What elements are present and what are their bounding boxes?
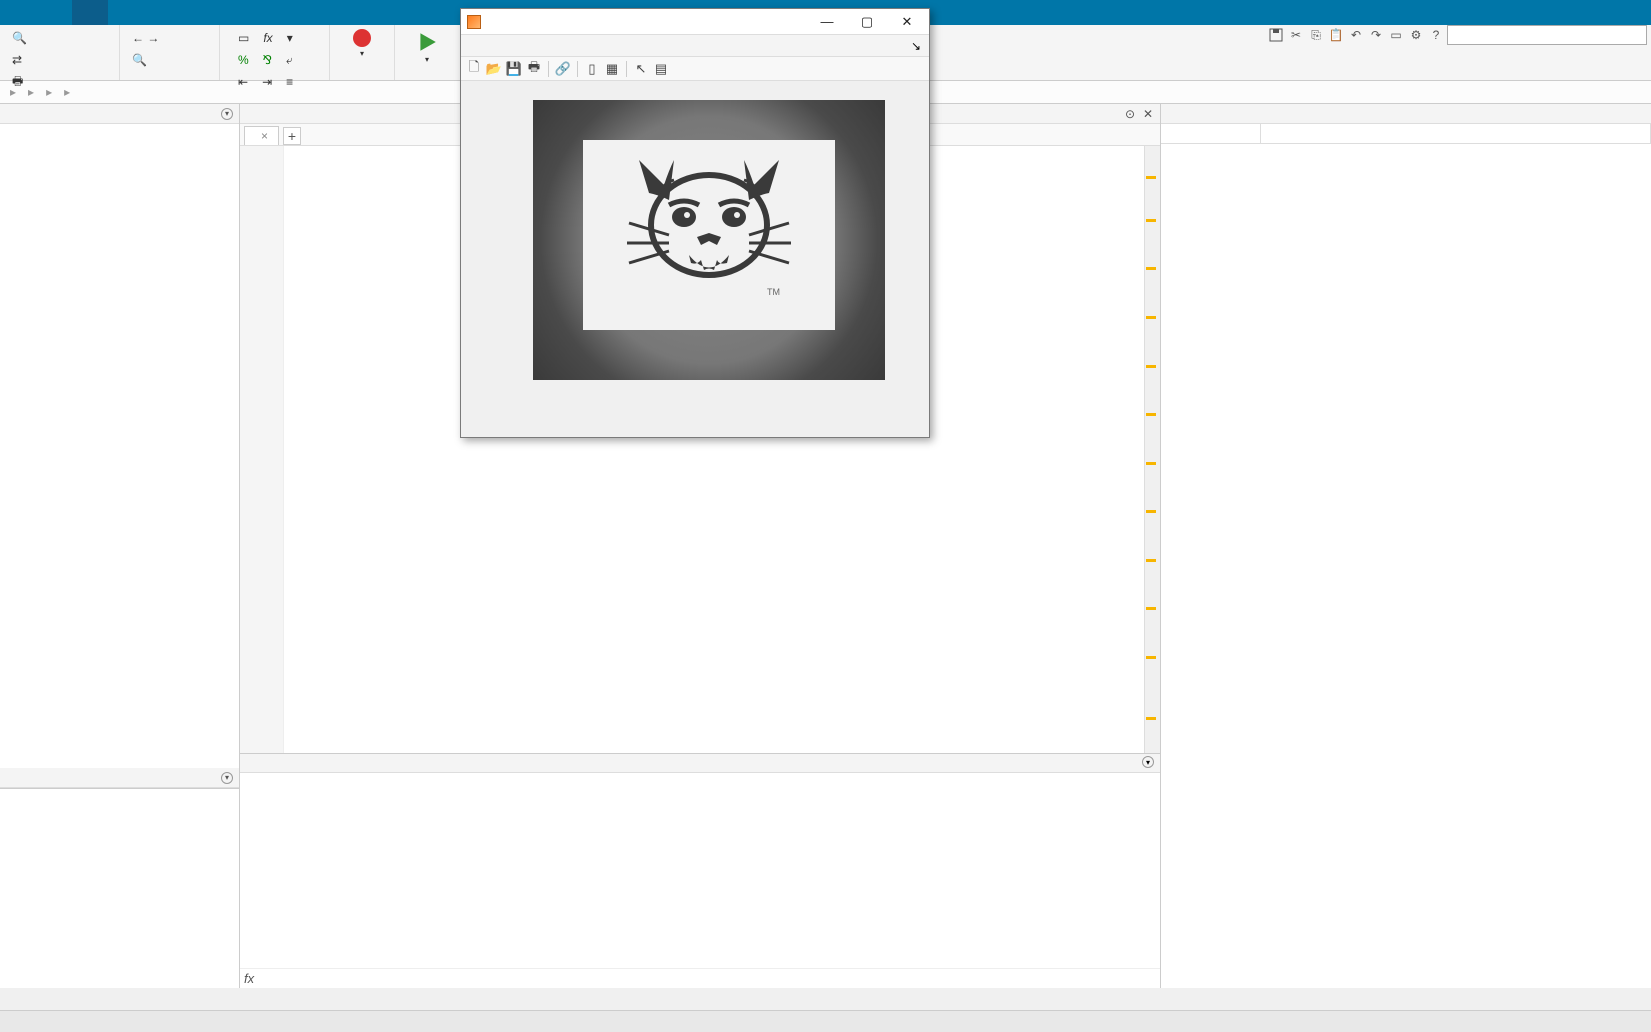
insert-more-icon[interactable]: ▾ [281, 27, 299, 49]
undo-icon[interactable]: ↶ [1347, 26, 1365, 44]
help-icon[interactable]: ? [1427, 26, 1445, 44]
run-icon [416, 31, 438, 53]
cmd-collapse-icon[interactable]: ▾ [1142, 756, 1154, 768]
uncomment-icon[interactable]: ⅋ [257, 49, 278, 71]
figure-menu-window[interactable] [561, 44, 577, 48]
indent-smart-icon[interactable]: ≡ [280, 71, 299, 93]
editor-gutter [240, 146, 284, 753]
svg-text:TM: TM [767, 287, 780, 297]
search-docs-input[interactable] [1447, 25, 1647, 45]
figure-arrow-icon[interactable]: ↖ [632, 60, 650, 78]
figure-close-button[interactable]: ✕ [887, 10, 927, 34]
breakpoint-icon [353, 29, 371, 47]
fx-icon[interactable]: fx [244, 971, 254, 986]
figure-brush-icon[interactable]: ▦ [603, 60, 621, 78]
breadcrumb-sep: ▸ [10, 85, 16, 99]
figure-menu-more-icon[interactable]: ↘ [911, 39, 921, 53]
status-bar [0, 1010, 1651, 1032]
tab-close-icon[interactable]: × [261, 129, 268, 143]
current-folder-title: ▾ [0, 104, 239, 124]
workspace-panel [1161, 104, 1651, 988]
indent-right-icon[interactable]: ⇥ [256, 71, 278, 93]
editor-overview-ruler[interactable] [1144, 146, 1160, 753]
run-button[interactable]: ▾ [401, 27, 453, 68]
file-list[interactable] [0, 124, 239, 768]
figure-new-icon[interactable]: 🗋 [465, 60, 483, 78]
command-window-title: ▾ [240, 753, 1160, 773]
editor-undock-icon[interactable]: ⊙ [1124, 107, 1136, 121]
figure-icon [467, 15, 481, 29]
tab-home[interactable] [0, 0, 36, 25]
editor-tab-sanket[interactable]: × [244, 126, 279, 145]
tab-view[interactable] [144, 0, 180, 25]
figure-save-icon[interactable]: 💾 [505, 60, 523, 78]
figure-menu-edit[interactable] [481, 44, 497, 48]
figure-datacursor-icon[interactable]: ▯ [583, 60, 601, 78]
toolbar-sep [548, 61, 549, 77]
quick-access-toolbar: ✂ ⎘ 📋 ↶ ↷ ▭ ⚙ ? [1267, 25, 1647, 45]
tab-editor[interactable] [72, 0, 108, 25]
figure-menu-insert[interactable] [513, 44, 529, 48]
preferences-icon[interactable]: ⚙ [1407, 26, 1425, 44]
editor-close-icon[interactable]: ✕ [1142, 107, 1154, 121]
redo-icon[interactable]: ↷ [1367, 26, 1385, 44]
figure-menu-view[interactable] [497, 44, 513, 48]
figure-titlebar[interactable]: — ▢ ✕ [461, 9, 929, 35]
figure-menubar: ↘ [461, 35, 929, 57]
editor-new-tab[interactable]: + [283, 127, 301, 145]
breadcrumb-sep: ▸ [64, 85, 70, 99]
breadcrumb-sep: ▸ [46, 85, 52, 99]
details-title: ▾ [0, 768, 239, 788]
reconstruction-object: TM [583, 140, 835, 330]
compare-button[interactable]: ⇄ [6, 49, 31, 71]
figure-link-icon[interactable]: 🔗 [554, 60, 572, 78]
figure-menu-file[interactable] [465, 44, 481, 48]
figure-menu-tools[interactable] [529, 44, 545, 48]
command-window[interactable] [240, 773, 1160, 968]
details-pane [0, 788, 239, 988]
workspace-header [1161, 124, 1651, 144]
command-prompt-row[interactable]: fx [240, 968, 1160, 988]
copy-icon[interactable]: ⎘ [1307, 26, 1325, 44]
comment-icon[interactable]: % [232, 49, 255, 71]
workspace-list[interactable] [1161, 144, 1651, 988]
paste-icon[interactable]: 📋 [1327, 26, 1345, 44]
panel-collapse-icon[interactable]: ▾ [221, 108, 233, 120]
file-item-tery[interactable] [2, 128, 237, 130]
tab-publish[interactable] [108, 0, 144, 25]
figure-toolbar: 🗋 📂 💾 🖶 🔗 ▯ ▦ ↖ ▤ [461, 57, 929, 81]
workspace-col-value[interactable] [1261, 124, 1651, 143]
details-collapse-icon[interactable]: ▾ [221, 772, 233, 784]
figure-open-icon[interactable]: 📂 [485, 60, 503, 78]
tab-app[interactable] [36, 0, 72, 25]
figure-window[interactable]: — ▢ ✕ ↘ 🗋 📂 💾 🖶 🔗 ▯ ▦ ↖ ▤ [460, 8, 930, 438]
find-button[interactable]: 🔍 [126, 49, 156, 71]
comment-wrap-icon[interactable]: ⤶ [280, 49, 299, 71]
axes: TM [495, 94, 895, 404]
axes-image: TM [533, 100, 885, 380]
current-folder-panel: ▾ ▾ [0, 104, 240, 988]
workspace-col-name[interactable] [1161, 124, 1261, 143]
breakpoints-button[interactable]: ▾ [336, 27, 388, 60]
layout-icon[interactable]: ▭ [1387, 26, 1405, 44]
workspace-title [1161, 104, 1651, 124]
figure-print-icon[interactable]: 🖶 [525, 60, 543, 78]
insert-fx-icon[interactable]: fx [257, 27, 278, 49]
insert-section-icon[interactable]: ▭ [232, 27, 255, 49]
figure-menu-desktop[interactable] [545, 44, 561, 48]
indent-left-icon[interactable]: ⇤ [232, 71, 254, 93]
figure-canvas: TM [471, 89, 919, 427]
find-files-button[interactable]: 🔍 [6, 27, 36, 49]
goto-button[interactable]: ← → [126, 27, 168, 49]
toolbar-sep [577, 61, 578, 77]
cut-icon[interactable]: ✂ [1287, 26, 1305, 44]
save-icon[interactable] [1267, 26, 1285, 44]
figure-minimize-button[interactable]: — [807, 10, 847, 34]
figure-menu-help[interactable] [577, 44, 593, 48]
breadcrumb-sep: ▸ [28, 85, 34, 99]
figure-maximize-button[interactable]: ▢ [847, 10, 887, 34]
figure-colorbar-icon[interactable]: ▤ [652, 60, 670, 78]
toolbar-sep [626, 61, 627, 77]
